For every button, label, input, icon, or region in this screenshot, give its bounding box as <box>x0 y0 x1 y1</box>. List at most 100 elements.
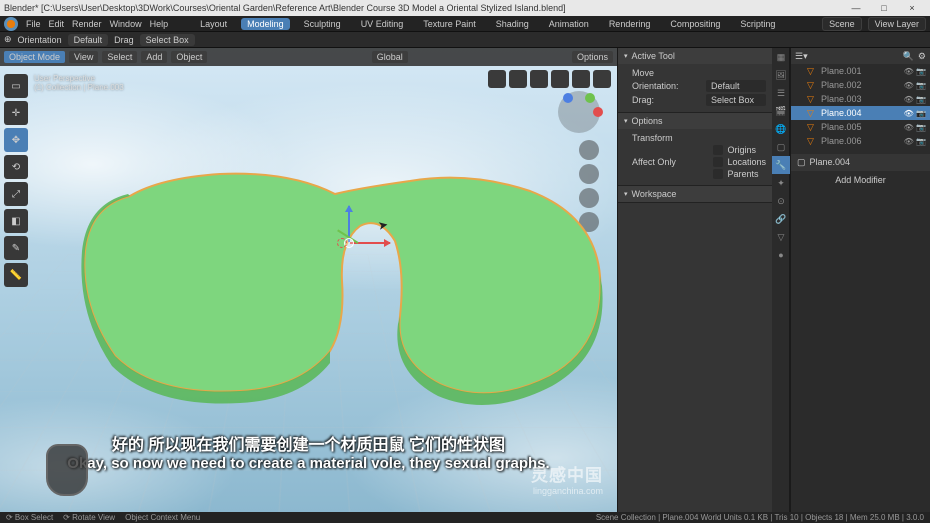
menu-add[interactable]: Add <box>141 51 167 63</box>
navigation-gizmo[interactable] <box>555 88 603 136</box>
3d-viewport[interactable]: Object Mode View Select Add Object Globa… <box>0 48 617 514</box>
prop-object-icon: ▢ <box>797 157 806 168</box>
tab-compositing[interactable]: Compositing <box>664 18 726 30</box>
left-toolbar: ▭ ✛ ✥ ⟲ ⤢ ◧ ✎ 📏 <box>4 74 28 287</box>
affect-locations-checkbox[interactable]: Locations <box>713 157 766 167</box>
mouse-pointer-icon: ➤ <box>377 217 389 233</box>
properties-breadcrumb: ▢ Plane.004 <box>791 154 930 171</box>
panel-workspace-header[interactable]: Workspace <box>618 186 772 202</box>
viewport-header: Object Mode View Select Add Object Globa… <box>0 48 617 66</box>
status-left-2: ⟳ Rotate View <box>63 513 115 522</box>
shading-matprev-icon[interactable] <box>572 70 590 88</box>
blender-logo-icon[interactable] <box>4 17 18 31</box>
outliner-item[interactable]: ▽Plane.006👁 📷 <box>791 134 930 148</box>
tool-transform[interactable]: ◧ <box>4 209 28 233</box>
tab-scene-props-icon[interactable]: 🎬 <box>772 102 790 120</box>
affect-parents-checkbox[interactable]: Parents <box>713 169 766 179</box>
tool-cursor[interactable]: ✛ <box>4 101 28 125</box>
tab-output-props-icon[interactable]: 🖼 <box>772 66 790 84</box>
tab-object-props-icon[interactable]: ▢ <box>772 138 790 156</box>
status-left-1: ⟳ Box Select <box>6 513 53 522</box>
tool-move[interactable]: ✥ <box>4 128 28 152</box>
outliner-header: ☰▾ 🔍 ⚙ <box>791 48 930 64</box>
orientation-global[interactable]: Global <box>372 51 408 63</box>
menu-view[interactable]: View <box>69 51 98 63</box>
tool-settings-bar: ⊕ Orientation Default Drag Select Box <box>0 32 930 48</box>
tab-sculpting[interactable]: Sculpting <box>298 18 347 30</box>
tab-shading[interactable]: Shading <box>490 18 535 30</box>
tool-annotate[interactable]: ✎ <box>4 236 28 260</box>
tab-viewlayer-props-icon[interactable]: ☰ <box>772 84 790 102</box>
options-dropdown[interactable]: Options <box>572 51 613 63</box>
tab-particle-props-icon[interactable]: ✦ <box>772 174 790 192</box>
panel-options-header[interactable]: Options <box>618 113 772 129</box>
outliner-filter-btn-icon[interactable]: ⚙ <box>918 51 926 62</box>
window-titlebar: Blender* [C:\Users\User\Desktop\3DWork\C… <box>0 0 930 16</box>
3d-cursor-icon <box>333 234 351 252</box>
tab-physics-props-icon[interactable]: ⊙ <box>772 192 790 210</box>
affect-origins-checkbox[interactable]: Origins <box>713 145 766 155</box>
menu-file[interactable]: File <box>26 19 41 29</box>
scene-dropdown[interactable]: Scene <box>822 17 862 31</box>
tool-measure[interactable]: 📏 <box>4 263 28 287</box>
tab-modeling[interactable]: Modeling <box>241 18 290 30</box>
outliner-list: ▽Plane.001👁 📷 ▽Plane.002👁 📷 ▽Plane.003👁 … <box>791 64 930 148</box>
tab-world-props-icon[interactable]: 🌐 <box>772 120 790 138</box>
tab-scripting[interactable]: Scripting <box>734 18 781 30</box>
shading-rendered-icon[interactable] <box>593 70 611 88</box>
window-close[interactable]: × <box>898 3 926 13</box>
top-menu-bar: File Edit Render Window Help Layout Mode… <box>0 16 930 32</box>
tool-rotate[interactable]: ⟲ <box>4 155 28 179</box>
tool-name: Move <box>632 68 654 78</box>
outliner-item[interactable]: ▽Plane.002👁 📷 <box>791 78 930 92</box>
tool-orientation-field[interactable]: Default <box>706 80 766 92</box>
window-title: Blender* [C:\Users\User\Desktop\3DWork\C… <box>4 3 566 13</box>
tool-select-box[interactable]: ▭ <box>4 74 28 98</box>
outliner-item-selected[interactable]: ▽Plane.004👁 📷 <box>791 106 930 120</box>
tool-scale[interactable]: ⤢ <box>4 182 28 206</box>
outliner-item[interactable]: ▽Plane.003👁 📷 <box>791 92 930 106</box>
tab-uv-editing[interactable]: UV Editing <box>355 18 410 30</box>
menu-select[interactable]: Select <box>102 51 137 63</box>
outliner-search-icon[interactable]: 🔍 <box>903 51 914 62</box>
tab-mesh-props-icon[interactable]: ▽ <box>772 228 790 246</box>
outliner-filter-icon[interactable]: ☰▾ <box>795 51 808 62</box>
menu-window[interactable]: Window <box>110 19 142 29</box>
tab-material-props-icon[interactable]: ● <box>772 246 790 264</box>
panel-active-tool-header[interactable]: Active Tool <box>618 48 772 64</box>
overlay-toggle-icon[interactable] <box>488 70 506 88</box>
orientation-value[interactable]: Default <box>68 34 109 46</box>
status-left-3: Object Context Menu <box>125 513 200 522</box>
menu-edit[interactable]: Edit <box>49 19 65 29</box>
n-panel: Active Tool Move Orientation:Default Dra… <box>617 48 772 514</box>
mouse-indicator-icon <box>46 444 88 496</box>
menu-render[interactable]: Render <box>72 19 102 29</box>
tab-texture-paint[interactable]: Texture Paint <box>417 18 482 30</box>
menu-object[interactable]: Object <box>171 51 207 63</box>
orientation-icon: ⊕ <box>4 34 12 45</box>
tab-animation[interactable]: Animation <box>543 18 595 30</box>
shading-wireframe-icon[interactable] <box>530 70 548 88</box>
tab-rendering[interactable]: Rendering <box>603 18 657 30</box>
window-minimize[interactable]: — <box>842 3 870 13</box>
status-right: Scene Collection | Plane.004 World Units… <box>596 513 924 522</box>
mode-dropdown[interactable]: Object Mode <box>4 51 65 63</box>
drag-value[interactable]: Select Box <box>140 34 195 46</box>
tool-drag-field[interactable]: Select Box <box>706 94 766 106</box>
add-modifier-button[interactable]: Add Modifier <box>795 175 926 185</box>
mesh-plane-004[interactable] <box>60 156 617 416</box>
outliner-item[interactable]: ▽Plane.005👁 📷 <box>791 120 930 134</box>
menu-help[interactable]: Help <box>150 19 169 29</box>
viewlayer-dropdown[interactable]: View Layer <box>868 17 926 31</box>
window-maximize[interactable]: □ <box>870 3 898 13</box>
properties-tabs: ▦ 🖼 ☰ 🎬 🌐 ▢ 🔧 ✦ ⊙ 🔗 ▽ ● <box>772 48 790 514</box>
xray-toggle-icon[interactable] <box>509 70 527 88</box>
tab-layout[interactable]: Layout <box>194 18 233 30</box>
shading-solid-icon[interactable] <box>551 70 569 88</box>
outliner-panel: ☰▾ 🔍 ⚙ ▽Plane.001👁 📷 ▽Plane.002👁 📷 ▽Plan… <box>790 48 930 514</box>
tab-modifier-props-icon[interactable]: 🔧 <box>772 156 790 174</box>
outliner-item[interactable]: ▽Plane.001👁 📷 <box>791 64 930 78</box>
tab-constraint-props-icon[interactable]: 🔗 <box>772 210 790 228</box>
orientation-label: Orientation <box>18 35 62 45</box>
tab-render-props-icon[interactable]: ▦ <box>772 48 790 66</box>
